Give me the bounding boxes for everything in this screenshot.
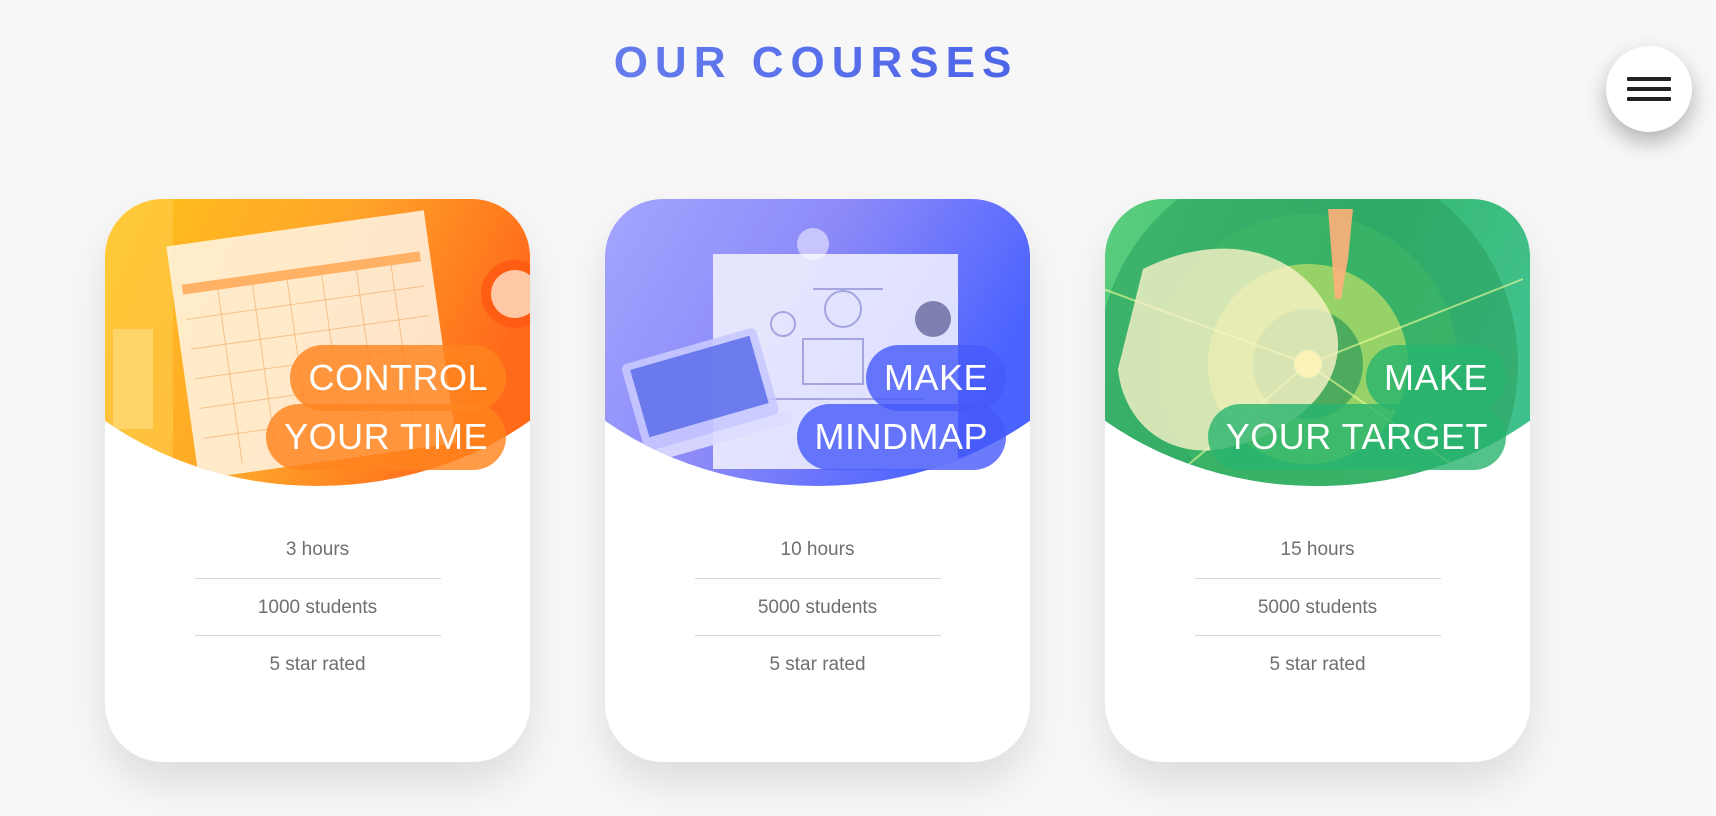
course-duration: 3 hours: [285, 539, 350, 560]
course-duration: 10 hours: [780, 539, 855, 560]
course-title-line1: CONTROL: [290, 345, 506, 411]
course-title-line2: MINDMAP: [796, 404, 1006, 470]
course-stats: 3 hours 1000 students 5 star rated: [105, 521, 530, 692]
course-card[interactable]: MAKE MINDMAP 10 hours 5000 students 5 st…: [605, 199, 1030, 762]
course-rating: 5 star rated: [1194, 635, 1441, 692]
course-title-line2: YOUR TARGET: [1207, 404, 1506, 470]
menu-button[interactable]: [1606, 46, 1692, 132]
course-card[interactable]: CONTROL YOUR TIME 3 hours 1000 students …: [105, 199, 530, 762]
course-rating: 5 star rated: [194, 635, 441, 692]
course-duration: 15 hours: [1280, 539, 1355, 560]
course-students: 1000 students: [194, 578, 441, 635]
course-card[interactable]: MAKE YOUR TARGET 15 hours 5000 students …: [1105, 199, 1530, 762]
course-stats: 15 hours 5000 students 5 star rated: [1105, 521, 1530, 692]
course-students: 5000 students: [1194, 578, 1441, 635]
page-title: OUR COURSES: [0, 38, 1632, 88]
course-title-line1: MAKE: [1365, 345, 1506, 411]
course-title-line1: MAKE: [865, 345, 1006, 411]
course-stats: 10 hours 5000 students 5 star rated: [605, 521, 1030, 692]
course-students: 5000 students: [694, 578, 941, 635]
course-title-line2: YOUR TIME: [266, 404, 506, 470]
course-rating: 5 star rated: [694, 635, 941, 692]
